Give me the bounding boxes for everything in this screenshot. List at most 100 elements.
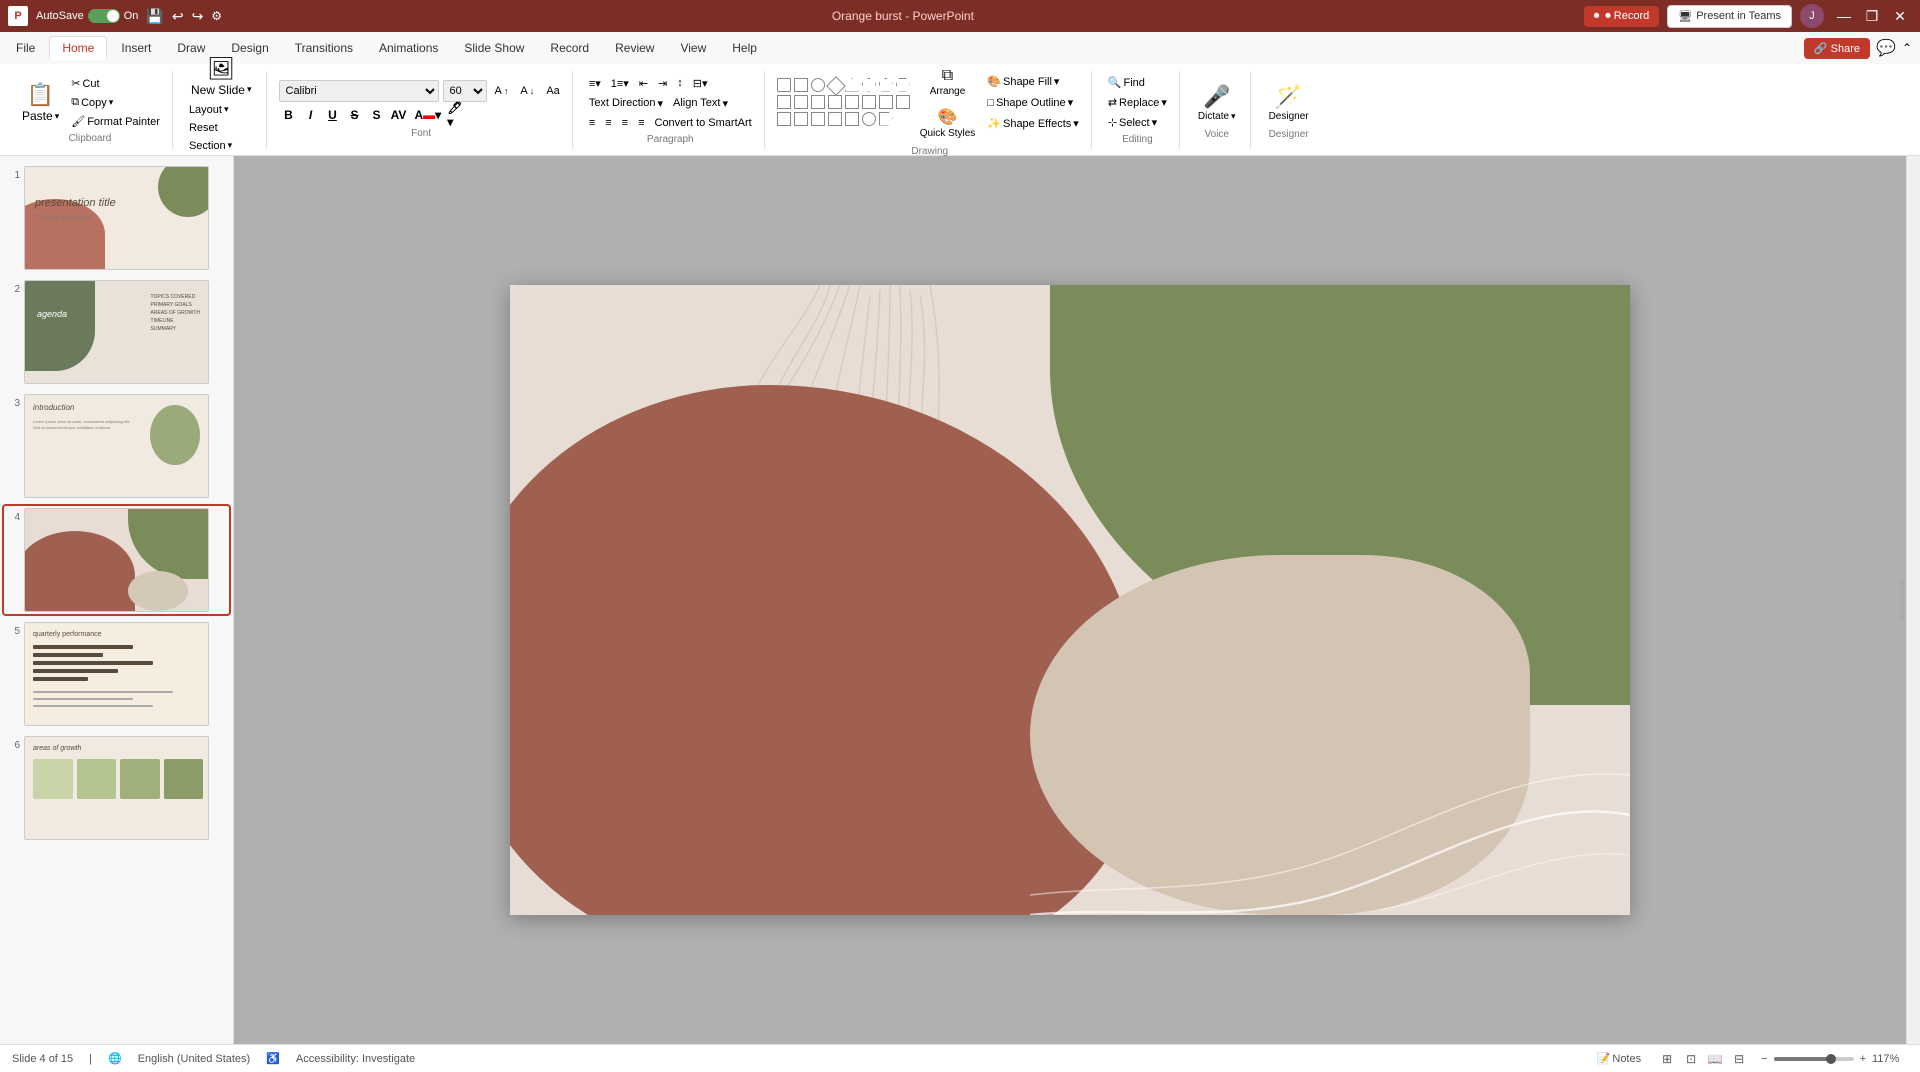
shape-effects-button[interactable]: ✨ Shape Effects▾ [983,115,1083,132]
zoom-out-button[interactable]: − [1761,1053,1767,1065]
voice-group: 🎤 Dictate ▾ Voice [1184,71,1251,149]
zoom-in-button[interactable]: + [1860,1053,1866,1065]
redo-qat-button[interactable]: ↪ [192,8,204,25]
paste-button[interactable]: 📋 Paste ▾ [16,78,65,127]
tab-insert[interactable]: Insert [109,37,163,59]
minimize-button[interactable]: — [1832,8,1856,24]
zoom-slider[interactable] [1774,1057,1854,1061]
tab-record[interactable]: Record [538,37,601,59]
underline-button[interactable]: U [323,105,343,125]
tab-animations[interactable]: Animations [367,37,450,59]
copy-dropdown[interactable]: ▾ [109,97,114,108]
bullets-button[interactable]: ≡▾ [585,75,605,92]
save-qat-button[interactable]: 💾 [146,8,163,25]
font-group: Calibri 60 A↑ A↓ Aa B I U S S AV A ▬ ▾ 🖊… [271,71,573,149]
shadow-button[interactable]: S [367,105,387,125]
increase-font-button[interactable]: A↑ [491,83,513,99]
close-button[interactable]: ✕ [1888,8,1912,24]
slideshow-view-button[interactable]: ⊟ [1729,1049,1749,1069]
paste-dropdown-arrow[interactable]: ▾ [55,111,60,122]
slide-sorter-button[interactable]: ⊡ [1681,1049,1701,1069]
new-slide-dropdown[interactable]: ▾ [247,84,252,95]
section-button[interactable]: Section ▾ [185,138,258,154]
align-center-button[interactable]: ≡ [601,115,615,131]
slide-thumb-2[interactable]: 2 agenda TOPICS COVEREDPRIMARY GOALSAREA… [4,278,229,386]
reading-view-button[interactable]: 📖 [1705,1049,1725,1069]
slide-thumb-5[interactable]: 5 quarterly performance [4,620,229,728]
shape-effects-icon: ✨ [987,117,1001,130]
slide-thumb-6[interactable]: 6 areas of growth [4,734,229,842]
layout-button[interactable]: Layout ▾ [185,102,258,118]
kerning-button[interactable]: AV [389,105,409,125]
canvas-decorative-lines [1030,615,1630,915]
select-button[interactable]: ⊹ Select▾ [1104,114,1171,131]
line-spacing-button[interactable]: ↕ [673,75,687,91]
tab-transitions[interactable]: Transitions [283,37,365,59]
increase-indent-button[interactable]: ⇥ [654,75,671,92]
zoom-level[interactable]: 117% [1872,1053,1908,1065]
align-text-button[interactable]: Align Text▾ [669,95,732,112]
find-button[interactable]: 🔍 Find [1104,74,1171,91]
format-painter-icon: 🖌 [71,115,85,128]
numbering-button[interactable]: 1≡▾ [607,75,633,92]
canvas-area[interactable] [234,156,1906,1044]
tab-review[interactable]: Review [603,37,666,59]
strikethrough-button[interactable]: S [345,105,365,125]
dictate-button[interactable]: 🎤 Dictate ▾ [1192,80,1242,126]
slide-thumb-3[interactable]: 3 introduction Lorem ipsum dolor sit ame… [4,392,229,500]
find-icon: 🔍 [1108,76,1122,89]
present-teams-button[interactable]: 🖥 Present in Teams [1667,5,1792,28]
new-slide-button[interactable]: 🖼 New Slide ▾ [185,52,258,101]
decrease-font-button[interactable]: A↓ [516,83,538,99]
more-qat-button[interactable]: ⚙ [211,9,222,23]
font-color-dropdown[interactable]: A ▬ ▾ [411,105,446,125]
shape-outline-button[interactable]: □ Shape Outline▾ [983,94,1083,111]
columns-button[interactable]: ⊟▾ [689,75,712,92]
tab-help[interactable]: Help [720,37,769,59]
copy-button[interactable]: ⧉ Copy ▾ [67,94,164,111]
text-direction-button[interactable]: Text Direction▾ [585,95,667,112]
font-name-select[interactable]: Calibri [279,80,439,102]
bold-button[interactable]: B [279,105,299,125]
comments-icon[interactable]: 💬 [1876,38,1896,58]
language-label: 🌐 [108,1052,122,1065]
collapse-ribbon-icon[interactable]: ⌃ [1902,41,1912,55]
cut-button[interactable]: ✂ Cut [67,75,164,92]
tab-file[interactable]: File [4,37,47,59]
align-left-button[interactable]: ≡ [585,115,599,131]
convert-smartart-button[interactable]: Convert to SmartArt [651,115,756,131]
accessibility-icon[interactable]: ♿ [266,1052,280,1065]
shape-fill-button[interactable]: 🎨 Shape Fill▾ [983,73,1083,90]
italic-button[interactable]: I [301,105,321,125]
highlight-button[interactable]: 🖊▾ [447,105,467,125]
font-size-select[interactable]: 60 [443,80,487,102]
quick-styles-button[interactable]: 🎨 Quick Styles [914,103,982,143]
zoom-slider-thumb[interactable] [1826,1054,1836,1064]
replace-button[interactable]: ⇄ Replace▾ [1104,94,1171,111]
justify-button[interactable]: ≡ [634,115,648,131]
decrease-indent-button[interactable]: ⇤ [635,75,652,92]
autosave-toggle[interactable] [88,9,120,23]
reset-button[interactable]: Reset [185,120,258,136]
align-right-button[interactable]: ≡ [618,115,632,131]
new-slide-label: New Slide [191,83,245,97]
slide-thumb-4[interactable]: 4 [4,506,229,614]
replace-icon: ⇄ [1108,96,1117,109]
shapes-grid[interactable] [777,78,912,128]
designer-button[interactable]: 🪄 Designer [1263,80,1315,126]
tab-home[interactable]: Home [49,36,107,60]
slide-thumb-1[interactable]: 1 presentation title Subtitle goes here [4,164,229,272]
share-button[interactable]: 🔗 Share [1804,38,1870,59]
slide2-list: TOPICS COVEREDPRIMARY GOALSAREAS OF GROW… [151,293,200,333]
normal-view-button[interactable]: ⊞ [1657,1049,1677,1069]
user-avatar[interactable]: J [1800,4,1824,28]
format-painter-button[interactable]: 🖌 Format Painter [67,113,164,130]
record-button[interactable]: ⏺ ⏺ Record [1584,6,1660,27]
arrange-button[interactable]: ⧉ Arrange [914,63,982,101]
change-case-button[interactable]: Aa [542,83,563,99]
restore-button[interactable]: ❐ [1860,8,1884,24]
tab-view[interactable]: View [668,37,718,59]
notes-button[interactable]: 📝 Notes [1593,1050,1645,1067]
tab-slideshow[interactable]: Slide Show [452,37,536,59]
undo-qat-button[interactable]: ↩ [172,8,184,25]
